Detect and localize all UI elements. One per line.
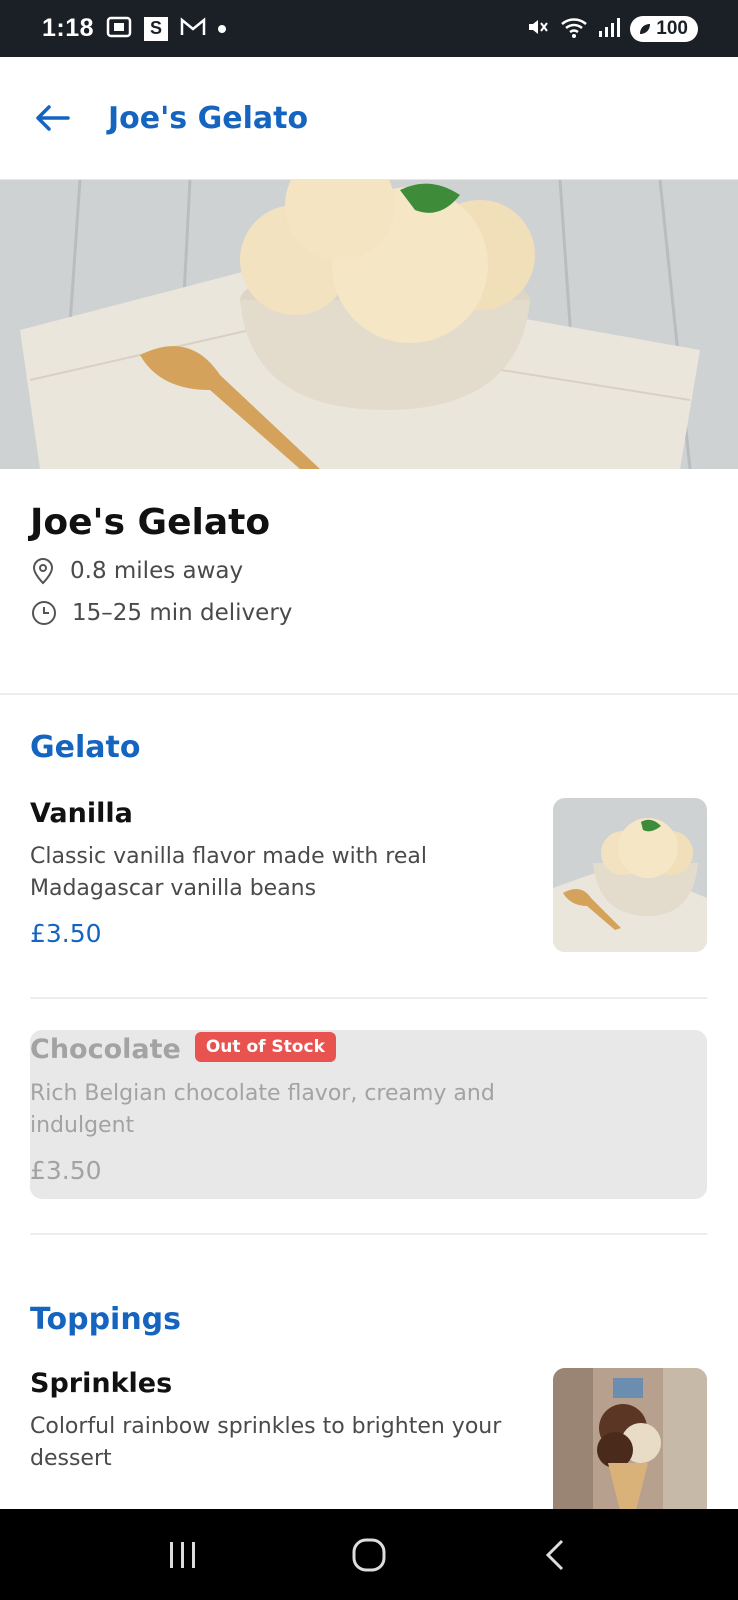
divider	[0, 693, 738, 695]
arrow-left-icon	[36, 105, 70, 131]
menu-item-sprinkles[interactable]: Sprinkles Colorful rainbow sprinkles to …	[30, 1368, 707, 1509]
app-bar-title: Joe's Gelato	[108, 100, 309, 136]
battery-indicator: 100	[630, 15, 698, 42]
hero-image	[0, 180, 738, 469]
status-left: 1:18 S	[42, 14, 227, 43]
screenshot-icon	[106, 15, 132, 43]
back-button[interactable]	[30, 96, 74, 140]
home-icon	[352, 1538, 386, 1571]
menu-item-vanilla[interactable]: Vanilla Classic vanilla flavor made with…	[30, 798, 707, 954]
distance-text: 0.8 miles away	[70, 558, 244, 584]
notification-dot-icon	[218, 24, 227, 33]
divider	[30, 997, 707, 999]
status-right: 100	[526, 15, 698, 43]
item-description: Classic vanilla flavor made with real Ma…	[30, 844, 427, 901]
home-button[interactable]	[339, 1525, 399, 1585]
item-price: £3.50	[30, 1155, 102, 1185]
delivery-text: 15–25 min delivery	[72, 600, 293, 626]
item-name: Chocolate	[30, 1034, 181, 1065]
wifi-icon	[560, 15, 588, 43]
delivery-row: 15–25 min delivery	[30, 599, 710, 627]
section-title-gelato: Gelato	[30, 730, 141, 765]
menu-item-chocolate[interactable]: Chocolate Out of Stock Rich Belgian choco…	[30, 1030, 707, 1199]
clock-icon	[32, 601, 56, 625]
chevron-left-icon	[545, 1539, 564, 1570]
status-bar: 1:18 S 100	[0, 0, 738, 57]
battery-level: 100	[656, 17, 688, 39]
map-pin-icon	[32, 558, 54, 585]
section-title-toppings: Toppings	[30, 1302, 182, 1337]
signal-icon	[598, 16, 621, 42]
item-image	[553, 798, 707, 952]
item-description: Rich Belgian chocolate flavor, creamy an…	[30, 1080, 495, 1138]
item-name-row: Chocolate Out of Stock	[30, 1030, 707, 1066]
recents-button[interactable]	[153, 1525, 213, 1585]
s-app-icon: S	[144, 16, 169, 41]
gmail-icon	[180, 16, 206, 41]
distance-row: 0.8 miles away	[30, 557, 710, 585]
item-description: Colorful rainbow sprinkles to brighten y…	[30, 1414, 502, 1471]
out-of-stock-badge: Out of Stock	[194, 1031, 336, 1062]
recents-icon	[170, 1541, 195, 1568]
item-image	[553, 1368, 707, 1509]
app-bar: Joe's Gelato	[0, 57, 738, 180]
restaurant-name: Joe's Gelato	[30, 502, 271, 543]
system-back-button[interactable]	[525, 1525, 585, 1585]
system-nav-bar	[0, 1509, 738, 1600]
mute-icon	[526, 15, 550, 43]
leaf-icon	[640, 23, 651, 34]
status-time: 1:18	[42, 14, 95, 42]
divider	[30, 1233, 707, 1235]
restaurant-info: Joe's Gelato 0.8 miles away 15–25 min de…	[30, 502, 710, 627]
